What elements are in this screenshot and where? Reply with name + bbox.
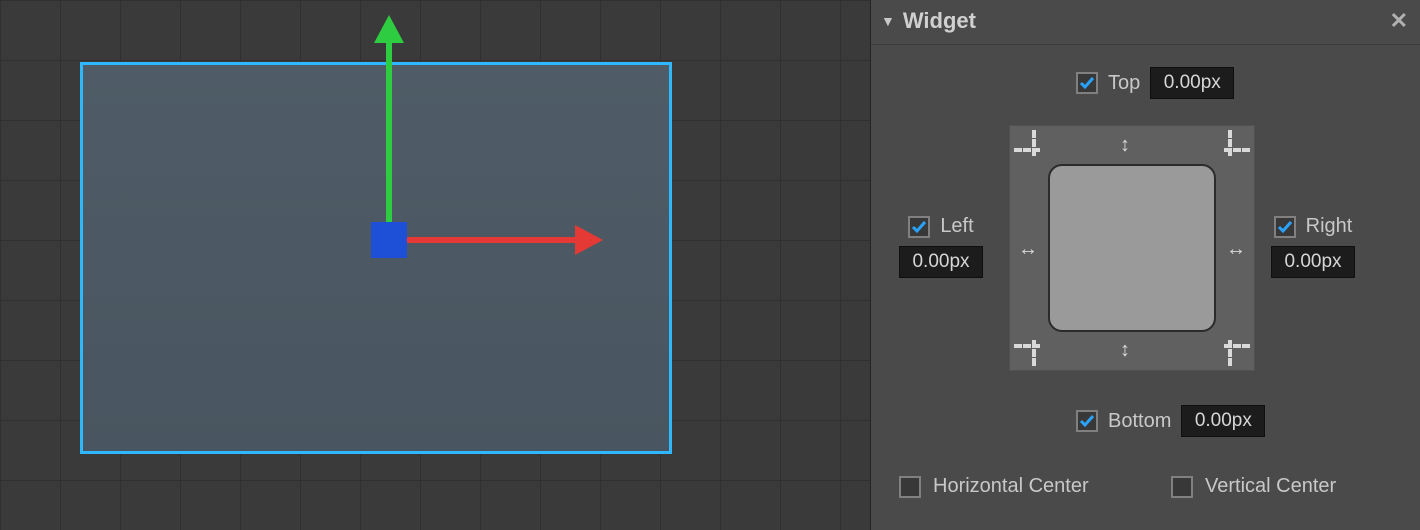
resize-horizontal-icon: ↔ [1226, 238, 1246, 261]
anchor-left-checkbox[interactable] [908, 216, 930, 238]
anchor-left-value[interactable]: 0.00px [899, 246, 983, 278]
checkmark-icon [1277, 219, 1293, 235]
selected-node[interactable] [80, 62, 672, 454]
dash-guide-icon [1032, 340, 1036, 366]
anchor-right-group: Right 0.00px [1271, 215, 1355, 278]
resize-horizontal-icon: ↔ [1018, 238, 1038, 261]
widget-panel: ▼ Widget ✕ Top 0.00px Left 0.00px [870, 0, 1420, 530]
checkmark-icon [911, 219, 927, 235]
widget-panel-header: ▼ Widget ✕ [871, 0, 1420, 45]
scene-viewport[interactable] [0, 0, 870, 530]
anchor-bottom-group: Bottom 0.00px [1076, 405, 1265, 437]
anchor-hcenter-checkbox[interactable] [899, 476, 921, 498]
widget-panel-body: Top 0.00px Left 0.00px Right 0.00px [871, 45, 1420, 530]
resize-vertical-icon: ↕ [1120, 134, 1130, 157]
close-icon[interactable]: ✕ [1390, 8, 1408, 34]
anchor-top-group: Top 0.00px [1076, 67, 1234, 99]
anchor-right-label: Right [1306, 215, 1353, 238]
anchor-bottom-checkbox[interactable] [1076, 410, 1098, 432]
anchor-top-label: Top [1108, 72, 1140, 95]
widget-panel-title: Widget [903, 8, 976, 34]
anchor-hcenter-group: Horizontal Center [899, 475, 1089, 498]
anchor-vcenter-group: Vertical Center [1171, 475, 1336, 498]
anchor-bottom-label: Bottom [1108, 410, 1171, 433]
anchor-diagram: ↕ ↕ ↔ ↔ [1009, 125, 1255, 371]
disclosure-triangle-icon[interactable]: ▼ [881, 13, 895, 29]
gizmo-y-axis[interactable] [386, 35, 392, 223]
anchor-right-checkbox[interactable] [1274, 216, 1296, 238]
checkmark-icon [1079, 413, 1095, 429]
anchor-left-label: Left [940, 215, 973, 238]
anchor-vcenter-checkbox[interactable] [1171, 476, 1193, 498]
anchor-right-value[interactable]: 0.00px [1271, 246, 1355, 278]
dash-guide-icon [1228, 130, 1232, 156]
anchor-bottom-value[interactable]: 0.00px [1181, 405, 1265, 437]
anchor-top-checkbox[interactable] [1076, 72, 1098, 94]
gizmo-origin-handle[interactable] [371, 222, 407, 258]
dash-guide-icon [1228, 340, 1232, 366]
dash-guide-icon [1014, 344, 1040, 348]
anchor-diagram-inner [1048, 164, 1216, 332]
anchor-hcenter-label: Horizontal Center [933, 475, 1089, 498]
anchor-vcenter-label: Vertical Center [1205, 475, 1336, 498]
checkmark-icon [1079, 75, 1095, 91]
anchor-left-group: Left 0.00px [899, 215, 983, 278]
dash-guide-icon [1032, 130, 1036, 156]
gizmo-x-axis[interactable] [407, 237, 577, 243]
gizmo-x-arrowhead-icon[interactable] [575, 225, 603, 255]
dash-guide-icon [1014, 148, 1040, 152]
gizmo-y-arrowhead-icon[interactable] [374, 15, 404, 43]
resize-vertical-icon: ↕ [1120, 339, 1130, 362]
anchor-top-value[interactable]: 0.00px [1150, 67, 1234, 99]
